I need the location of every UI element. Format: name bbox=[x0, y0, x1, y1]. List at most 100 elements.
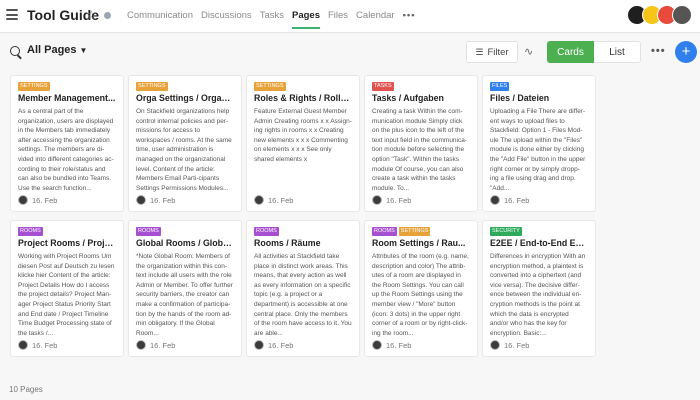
card-date: 16. Feb bbox=[32, 340, 58, 350]
card-title[interactable]: E2EE / End-to-End Enc... bbox=[490, 238, 588, 248]
tab-pages[interactable]: Pages bbox=[291, 10, 320, 29]
tab-files[interactable]: Files bbox=[328, 10, 348, 29]
chevron-down-icon: ▼ bbox=[79, 46, 88, 55]
page-card[interactable]: FILES Files / Dateien Uploading a File The… bbox=[482, 75, 596, 212]
card-date: 16. Feb bbox=[268, 195, 294, 205]
card-tags: ROOMS bbox=[254, 227, 352, 236]
card-excerpt: Working with Project Rooms Um diesen Pos… bbox=[18, 253, 115, 337]
card-tags: ROOMS bbox=[136, 227, 234, 236]
card-tag: SECURITY bbox=[490, 227, 522, 236]
cards-view-button[interactable]: Cards bbox=[547, 41, 594, 63]
menu-icon[interactable] bbox=[6, 9, 18, 20]
toolbar: All Pages ▼ ☰ Filter ∿ Cards List ••• + bbox=[0, 38, 700, 66]
filter-label: Filter bbox=[487, 46, 509, 58]
card-excerpt: All activities at Stackfield take place … bbox=[254, 253, 352, 337]
card-excerpt: Feature External Guest Member Admin Crea… bbox=[254, 108, 352, 163]
card-tags: TASKS bbox=[372, 82, 470, 91]
card-tag: SETTINGS bbox=[398, 227, 431, 236]
card-tag: TASKS bbox=[372, 82, 394, 91]
card-excerpt: Uploading a File There are differ-ent wa… bbox=[490, 108, 586, 192]
card-tags: SETTINGS bbox=[136, 82, 234, 91]
avatar bbox=[136, 340, 146, 350]
card-tags: SETTINGS bbox=[18, 82, 116, 91]
card-tag: SETTINGS bbox=[18, 82, 50, 91]
card-excerpt: Creating a task Within the com-municatio… bbox=[372, 108, 468, 192]
page-card[interactable]: SETTINGS Orga Settings / Organ... On Stack… bbox=[128, 75, 242, 212]
nav-more-icon[interactable]: ••• bbox=[403, 10, 416, 29]
member-avatars[interactable] bbox=[627, 5, 692, 25]
card-footer: 16. Feb bbox=[136, 195, 175, 205]
card-excerpt: Differences in encryption With an encryp… bbox=[490, 253, 586, 337]
card-title[interactable]: Orga Settings / Organ... bbox=[136, 93, 234, 103]
card-excerpt: As a central part of the organization, u… bbox=[18, 108, 114, 192]
header-divider bbox=[0, 32, 700, 33]
page-card[interactable]: SECURITY E2EE / End-to-End Enc... Differen… bbox=[482, 220, 596, 357]
card-tag: ROOMS bbox=[18, 227, 43, 236]
card-footer: 16. Feb bbox=[254, 195, 293, 205]
page-card[interactable]: ROOMS Project Rooms / Proje... Working wit… bbox=[10, 220, 124, 357]
top-bar: Tool Guide ☆ Communication Discussions T… bbox=[0, 0, 700, 32]
card-title[interactable]: Rooms / Räume bbox=[254, 238, 352, 248]
card-title[interactable]: Files / Dateien bbox=[490, 93, 588, 103]
card-footer: 16. Feb bbox=[372, 195, 411, 205]
avatar bbox=[136, 195, 146, 205]
pages-dropdown-label: All Pages bbox=[27, 44, 77, 56]
card-date: 16. Feb bbox=[268, 340, 294, 350]
page-card[interactable]: SETTINGS Roles & Rights / Rolle... Feature… bbox=[246, 75, 360, 212]
card-title[interactable]: Project Rooms / Proje... bbox=[18, 238, 116, 248]
page-count: 10 Pages bbox=[9, 385, 43, 394]
card-title[interactable]: Global Rooms / Globa... bbox=[136, 238, 234, 248]
view-toggle: Cards List bbox=[547, 41, 641, 63]
card-excerpt: *Note Global Room: Members of the organi… bbox=[136, 253, 233, 337]
avatar bbox=[254, 340, 264, 350]
add-page-button[interactable]: + bbox=[675, 41, 697, 63]
activity-icon[interactable]: ∿ bbox=[524, 45, 533, 58]
card-title[interactable]: Room Settings / Rau... bbox=[372, 238, 470, 248]
avatar bbox=[490, 195, 500, 205]
page-card[interactable]: ROOMS SETTINGS Room Settings / Rau... Attri… bbox=[364, 220, 478, 357]
tab-communication[interactable]: Communication bbox=[127, 10, 193, 29]
card-tag: FILES bbox=[490, 82, 510, 91]
card-footer: 16. Feb bbox=[490, 195, 529, 205]
avatar bbox=[490, 340, 500, 350]
card-tags: FILES bbox=[490, 82, 588, 91]
card-date: 16. Feb bbox=[32, 195, 58, 205]
avatar bbox=[18, 340, 28, 350]
page-card[interactable]: SETTINGS Member Management... As a central… bbox=[10, 75, 124, 212]
card-title[interactable]: Roles & Rights / Rolle... bbox=[254, 93, 352, 103]
card-date: 16. Feb bbox=[504, 195, 530, 205]
avatar bbox=[372, 340, 382, 350]
tab-calendar[interactable]: Calendar bbox=[356, 10, 395, 29]
card-tags: ROOMS SETTINGS bbox=[372, 227, 470, 236]
card-footer: 16. Feb bbox=[18, 195, 57, 205]
status-dot-icon bbox=[104, 12, 111, 19]
card-tags: ROOMS bbox=[18, 227, 116, 236]
page-card[interactable]: ROOMS Global Rooms / Globa... *Note Global… bbox=[128, 220, 242, 357]
list-view-button[interactable]: List bbox=[594, 41, 641, 63]
card-date: 16. Feb bbox=[386, 340, 412, 350]
card-tags: SETTINGS bbox=[254, 82, 352, 91]
card-tag: SETTINGS bbox=[136, 82, 168, 91]
filter-button[interactable]: ☰ Filter bbox=[466, 41, 518, 63]
more-options-icon[interactable]: ••• bbox=[651, 45, 666, 57]
search-icon[interactable] bbox=[10, 46, 20, 56]
card-excerpt: On Stackfield organizations help control… bbox=[136, 108, 232, 192]
card-footer: 16. Feb bbox=[136, 340, 175, 350]
card-date: 16. Feb bbox=[150, 195, 176, 205]
page-card[interactable]: ROOMS Rooms / Räume All activities at Stac… bbox=[246, 220, 360, 357]
card-tag: ROOMS bbox=[372, 227, 397, 236]
tab-discussions[interactable]: Discussions bbox=[201, 10, 252, 29]
card-tag: ROOMS bbox=[254, 227, 279, 236]
main-nav: Communication Discussions Tasks Pages Fi… bbox=[127, 10, 424, 29]
card-excerpt: Attributes of the room (e.g. name, descr… bbox=[372, 253, 469, 337]
pages-dropdown[interactable]: All Pages ▼ bbox=[27, 44, 87, 56]
avatar[interactable] bbox=[672, 5, 692, 25]
card-footer: 16. Feb bbox=[490, 340, 529, 350]
tab-tasks[interactable]: Tasks bbox=[260, 10, 284, 29]
page-card[interactable]: TASKS Tasks / Aufgaben Creating a task Wit… bbox=[364, 75, 478, 212]
card-title[interactable]: Tasks / Aufgaben bbox=[372, 93, 470, 103]
card-title[interactable]: Member Management... bbox=[18, 93, 116, 103]
card-footer: 16. Feb bbox=[18, 340, 57, 350]
card-date: 16. Feb bbox=[386, 195, 412, 205]
star-icon[interactable]: ☆ bbox=[86, 8, 97, 22]
